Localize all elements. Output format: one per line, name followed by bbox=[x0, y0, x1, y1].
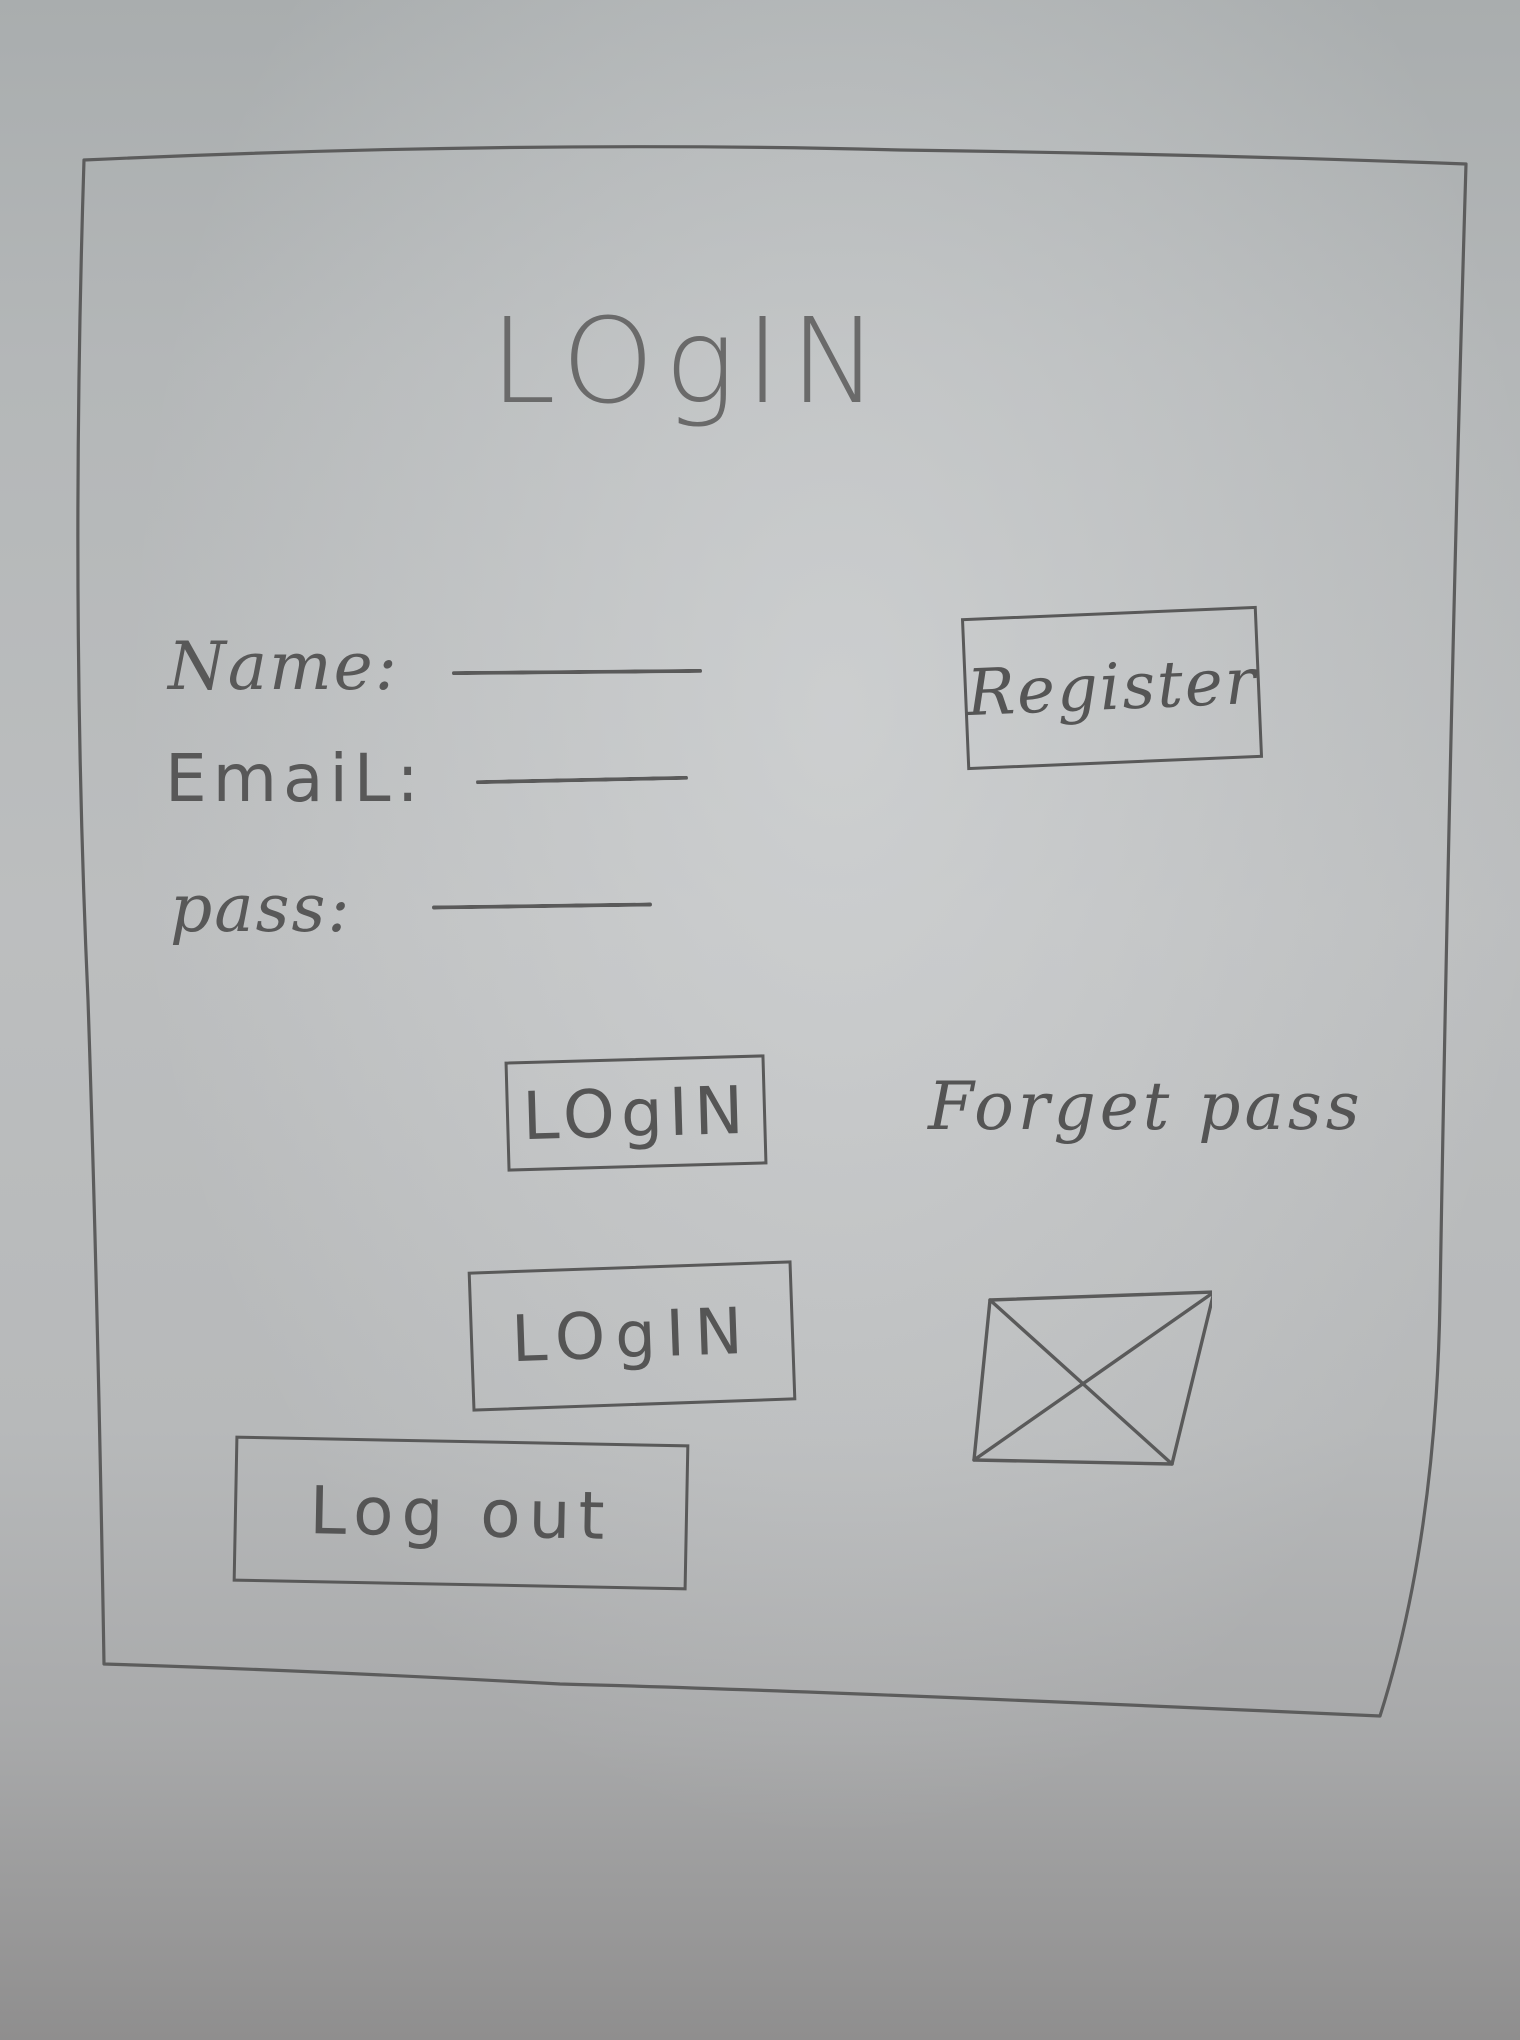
page-title: LOgIN bbox=[490, 292, 889, 430]
login-secondary-button[interactable]: LOgIN bbox=[467, 1260, 797, 1412]
logout-button[interactable]: Log out bbox=[232, 1435, 690, 1591]
password-label: pass: bbox=[170, 870, 352, 947]
image-placeholder-icon bbox=[972, 1290, 1212, 1466]
forget-password-link[interactable]: Forget pass bbox=[928, 1068, 1364, 1145]
name-label: Name: bbox=[168, 628, 399, 705]
login-button[interactable]: LOgIN bbox=[504, 1054, 768, 1172]
email-label: EmaiL: bbox=[165, 740, 425, 817]
register-button[interactable]: Register bbox=[960, 605, 1264, 771]
